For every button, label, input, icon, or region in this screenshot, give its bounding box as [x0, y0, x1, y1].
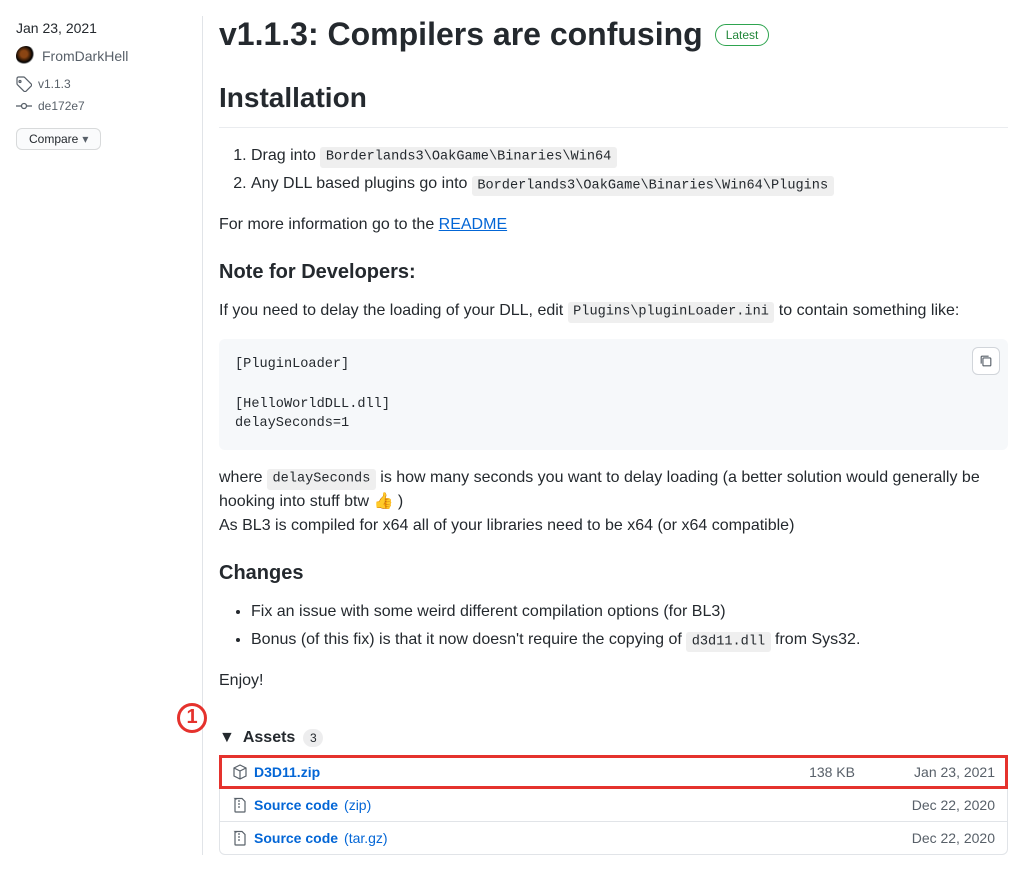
latest-badge: Latest [715, 24, 770, 46]
assets-toggle[interactable]: ▼ Assets 3 [219, 721, 1008, 755]
commit-row[interactable]: de172e7 [16, 98, 186, 114]
asset-size: 138 KB [715, 764, 855, 780]
code-block: [PluginLoader] [HelloWorldDLL.dll] delay… [219, 339, 1008, 450]
asset-row[interactable]: Source code (tar.gz) Dec 22, 2020 [220, 821, 1007, 854]
caret-down-icon: ▾ [82, 132, 88, 146]
asset-date: Jan 23, 2021 [855, 764, 995, 780]
compare-button[interactable]: Compare ▾ [16, 128, 101, 150]
changes-list: Fix an issue with some weird different c… [219, 600, 1008, 652]
zip-icon [232, 830, 248, 846]
dev-note-heading: Note for Developers: [219, 257, 1008, 287]
installation-heading: Installation [219, 77, 1008, 128]
delay-explain: where delaySeconds is how many seconds y… [219, 466, 1008, 538]
change-item: Fix an issue with some weird different c… [251, 600, 1008, 624]
assets-section: 1 ▼ Assets 3 D3D11.zip 138 KB Jan 23, 20… [219, 721, 1008, 855]
author-name: FromDarkHell [42, 48, 128, 64]
changes-heading: Changes [219, 558, 1008, 588]
assets-heading: Assets [243, 729, 295, 747]
install-step-1: Drag into Borderlands3\OakGame\Binaries\… [251, 144, 1008, 168]
asset-date: Dec 22, 2020 [855, 830, 995, 846]
ini-path-code: Plugins\pluginLoader.ini [568, 302, 775, 322]
asset-list: D3D11.zip 138 KB Jan 23, 2021 Source cod… [219, 755, 1008, 855]
installation-steps: Drag into Borderlands3\OakGame\Binaries\… [219, 144, 1008, 197]
asset-name[interactable]: Source code (zip) [232, 797, 715, 813]
more-info: For more information go to the README [219, 213, 1008, 237]
zip-icon [232, 797, 248, 813]
asset-row[interactable]: D3D11.zip 138 KB Jan 23, 2021 [220, 756, 1007, 788]
commit-sha: de172e7 [38, 99, 85, 113]
asset-row[interactable]: Source code (zip) Dec 22, 2020 [220, 788, 1007, 821]
compare-label: Compare [29, 132, 78, 146]
x64-note: As BL3 is compiled for x64 all of your l… [219, 517, 794, 534]
dev-note-text: If you need to delay the loading of your… [219, 299, 1008, 323]
delay-code: delaySeconds [267, 469, 376, 489]
tag-row[interactable]: v1.1.3 [16, 76, 186, 92]
dll-code: d3d11.dll [686, 632, 770, 652]
tag-icon [16, 76, 32, 92]
commit-icon [16, 98, 32, 114]
path-code: Borderlands3\OakGame\Binaries\Win64\Plug… [472, 176, 834, 196]
annotation-marker: 1 [177, 703, 207, 733]
asset-name[interactable]: Source code (tar.gz) [232, 830, 715, 846]
avatar [16, 46, 36, 66]
readme-link[interactable]: README [439, 216, 507, 233]
release-title: v1.1.3: Compilers are confusing [219, 16, 703, 53]
release-title-row: v1.1.3: Compilers are confusing Latest [219, 16, 1008, 53]
asset-name[interactable]: D3D11.zip [232, 764, 715, 780]
release-body: Installation Drag into Borderlands3\OakG… [219, 77, 1008, 693]
release-main: v1.1.3: Compilers are confusing Latest I… [202, 16, 1008, 855]
tag-name: v1.1.3 [38, 77, 71, 91]
path-code: Borderlands3\OakGame\Binaries\Win64 [320, 147, 616, 167]
install-step-2: Any DLL based plugins go into Borderland… [251, 172, 1008, 196]
release-sidebar: Jan 23, 2021 FromDarkHell v1.1.3 de172e7… [16, 16, 186, 855]
assets-count: 3 [303, 729, 323, 747]
release-author[interactable]: FromDarkHell [16, 46, 186, 66]
caret-down-icon: ▼ [219, 729, 235, 747]
enjoy-text: Enjoy! [219, 669, 1008, 693]
change-item: Bonus (of this fix) is that it now doesn… [251, 628, 1008, 652]
copy-button[interactable] [972, 347, 1000, 375]
copy-icon [979, 354, 993, 368]
package-icon [232, 764, 248, 780]
asset-date: Dec 22, 2020 [855, 797, 995, 813]
release-date: Jan 23, 2021 [16, 20, 186, 36]
thumbs-up-emoji: 👍 [373, 490, 393, 514]
